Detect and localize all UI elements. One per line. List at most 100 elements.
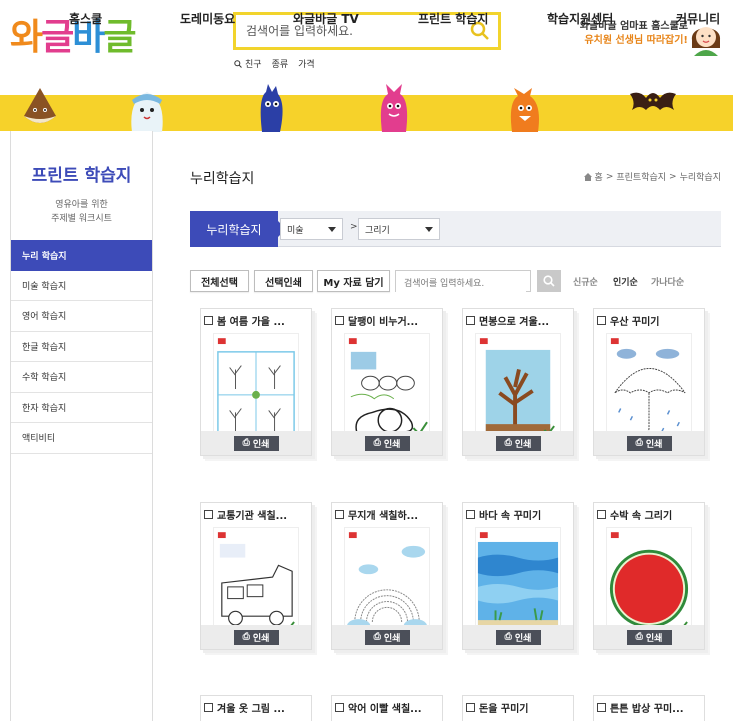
logo-char: 글	[103, 17, 136, 58]
sidebar-item-activity[interactable]: 액티비티	[11, 423, 152, 454]
ghost-character-icon	[131, 92, 163, 132]
card-checkbox[interactable]	[335, 702, 344, 712]
card-title[interactable]: 튼튼 밥상 꾸미...	[597, 700, 701, 714]
sidebar-item-hangul[interactable]: 한글 학습지	[11, 332, 152, 362]
card-checkbox[interactable]	[466, 509, 475, 519]
sidebar-item-nuri[interactable]: 누리 학습지	[11, 240, 152, 271]
subcategory-select[interactable]: 그리기	[358, 218, 440, 240]
breadcrumb-home[interactable]: 홈	[595, 170, 603, 183]
print-button[interactable]: ⎙ 인쇄	[364, 435, 410, 451]
worksheet-card[interactable]: 교통기관 색칠... ⎙ 인쇄	[200, 502, 312, 650]
sort-newest[interactable]: 신규순	[573, 275, 598, 288]
sidebar-item-math[interactable]: 수학 학습지	[11, 362, 152, 393]
worksheet-card[interactable]: 겨울 옷 그림 ...	[200, 695, 312, 721]
search-icon	[543, 275, 555, 287]
sort-alphabetical[interactable]: 가나다순	[651, 275, 684, 288]
worksheet-thumbnail-rainbow[interactable]	[344, 527, 430, 637]
nav-community[interactable]: 커뮤니티	[676, 0, 720, 36]
sidebar: 프린트 학습지 영유아를 위한 주제별 워크시트 누리 학습지 미술 학습지 영…	[10, 131, 153, 721]
print-button[interactable]: ⎙ 인쇄	[233, 629, 279, 645]
card-title[interactable]: 겨울 옷 그림 ...	[204, 700, 308, 714]
filter-tab-nuri[interactable]: 누리학습지	[190, 211, 286, 247]
sort-popular[interactable]: 인기순	[613, 275, 638, 288]
card-footer: ⎙ 인쇄	[463, 625, 573, 649]
card-footer: ⎙ 인쇄	[201, 625, 311, 649]
nav-waglebagle-tv[interactable]: 와글바글 TV	[293, 0, 359, 36]
quick-link[interactable]: 가격	[298, 57, 315, 70]
nav-learning-support[interactable]: 학습지원센터	[547, 0, 613, 36]
promo-line: 유치원 선생님 따라잡기!	[584, 35, 688, 46]
worksheet-thumbnail-seasons[interactable]	[213, 333, 299, 443]
card-checkbox[interactable]	[335, 315, 344, 325]
card-checkbox[interactable]	[466, 315, 475, 325]
card-checkbox[interactable]	[335, 509, 344, 519]
card-title[interactable]: 무지개 색칠하...	[335, 507, 439, 521]
quick-link[interactable]: 종류	[272, 57, 289, 70]
card-title[interactable]: 봄 여름 가을 ...	[204, 313, 308, 327]
worksheet-thumbnail-winter-tree[interactable]	[475, 333, 561, 443]
card-checkbox[interactable]	[466, 702, 475, 712]
card-title[interactable]: 달팽이 비누거...	[335, 313, 439, 327]
quick-link[interactable]: 친구	[234, 57, 262, 70]
card-checkbox[interactable]	[597, 702, 606, 712]
worksheet-card[interactable]: 우산 꾸미기 ⎙ 인쇄	[593, 308, 705, 456]
nav-doremi-song[interactable]: 도레미동요	[180, 0, 235, 36]
worksheet-thumbnail-watermelon[interactable]	[606, 527, 692, 637]
add-to-my-materials-button[interactable]: My 자료 담기	[317, 270, 390, 292]
breadcrumb-current: 누리학습지	[679, 173, 721, 183]
worksheet-thumbnail-truck[interactable]	[213, 527, 299, 637]
worksheet-card[interactable]: 돈을 꾸미기	[462, 695, 574, 721]
printer-icon: ⎙	[373, 438, 381, 448]
search-icon	[234, 59, 242, 68]
select-separator: >	[350, 222, 358, 232]
card-checkbox[interactable]	[204, 315, 213, 325]
select-all-button[interactable]: 전체선택	[190, 270, 249, 292]
worksheet-card[interactable]: 바다 속 꾸미기 ⎙ 인쇄	[462, 502, 574, 650]
breadcrumb-print[interactable]: 프린트학습지	[616, 170, 666, 183]
worksheet-search-input[interactable]	[396, 274, 526, 294]
worksheet-card[interactable]: 무지개 색칠하... ⎙ 인쇄	[331, 502, 443, 650]
print-button[interactable]: ⎙ 인쇄	[495, 629, 541, 645]
print-button[interactable]: ⎙ 인쇄	[626, 435, 672, 451]
print-button[interactable]: ⎙ 인쇄	[233, 435, 279, 451]
worksheet-card[interactable]: 면봉으로 겨울... ⎙ 인쇄	[462, 308, 574, 456]
card-title[interactable]: 우산 꾸미기	[597, 313, 701, 327]
logo-char: 와	[10, 17, 43, 58]
print-selected-button[interactable]: 선택인쇄	[254, 270, 313, 292]
worksheet-search-button[interactable]	[537, 270, 561, 292]
sidebar-title: 프린트 학습지	[31, 166, 132, 186]
blue-monster-character-icon	[260, 84, 283, 132]
card-title[interactable]: 면봉으로 겨울...	[466, 313, 570, 327]
print-button[interactable]: ⎙ 인쇄	[626, 629, 672, 645]
worksheet-card[interactable]: 튼튼 밥상 꾸미...	[593, 695, 705, 721]
worksheet-card[interactable]: 수박 속 그리기 ⎙ 인쇄	[593, 502, 705, 650]
page-title: 누리학습지	[190, 171, 255, 187]
sidebar-item-english[interactable]: 영어 학습지	[11, 301, 152, 332]
worksheet-card[interactable]: 악어 이빨 색칠...	[331, 695, 443, 721]
card-title[interactable]: 돈을 꾸미기	[466, 700, 570, 714]
chestnut-character-icon	[24, 88, 56, 123]
worksheet-card[interactable]: 달팽이 비누거... ⎙ 인쇄	[331, 308, 443, 456]
card-checkbox[interactable]	[597, 509, 606, 519]
card-checkbox[interactable]	[204, 509, 213, 519]
category-select[interactable]: 미술	[280, 218, 343, 240]
card-checkbox[interactable]	[597, 315, 606, 325]
card-title[interactable]: 교통기관 색칠...	[204, 507, 308, 521]
print-button[interactable]: ⎙ 인쇄	[364, 629, 410, 645]
printer-icon: ⎙	[504, 438, 512, 448]
card-checkbox[interactable]	[204, 702, 213, 712]
print-button[interactable]: ⎙ 인쇄	[495, 435, 541, 451]
worksheet-thumbnail-snail[interactable]	[344, 333, 430, 443]
card-title[interactable]: 수박 속 그리기	[597, 507, 701, 521]
home-icon[interactable]	[583, 172, 592, 181]
sidebar-item-art[interactable]: 미술 학습지	[11, 271, 152, 301]
nav-homeschool[interactable]: 홈스쿨	[69, 0, 102, 36]
worksheet-thumbnail-sea[interactable]	[475, 527, 561, 637]
nav-print-worksheets[interactable]: 프린트 학습지	[418, 0, 488, 36]
card-title[interactable]: 바다 속 꾸미기	[466, 507, 570, 521]
sidebar-menu: 누리 학습지 미술 학습지 영어 학습지 한글 학습지 수학 학습지 한자 학습…	[11, 240, 152, 454]
worksheet-thumbnail-umbrella[interactable]	[606, 333, 692, 443]
sidebar-item-hanja[interactable]: 한자 학습지	[11, 393, 152, 423]
card-title[interactable]: 악어 이빨 색칠...	[335, 700, 439, 714]
worksheet-card[interactable]: 봄 여름 가을 ... ⎙ 인쇄	[200, 308, 312, 456]
